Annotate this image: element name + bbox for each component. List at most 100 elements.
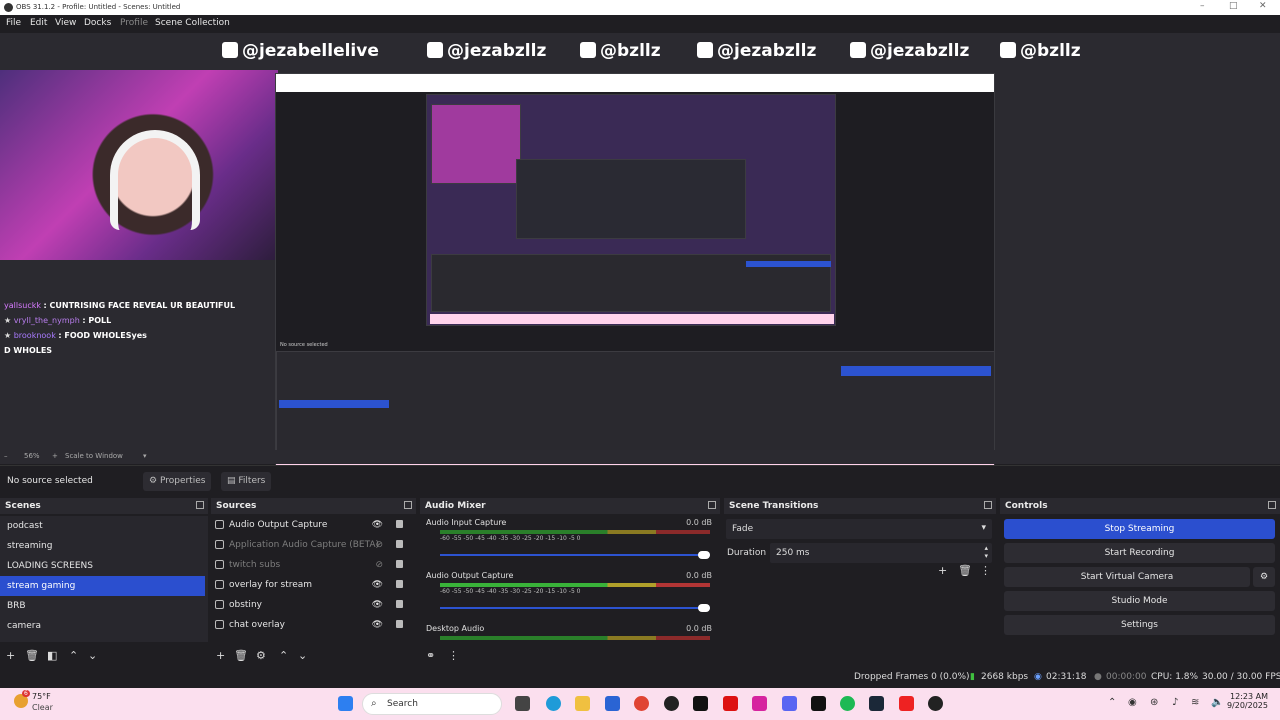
spotify-icon[interactable]	[840, 696, 855, 711]
discord-icon[interactable]	[782, 696, 797, 711]
scene-camera[interactable]: camera	[0, 616, 205, 636]
scene-loading-screens[interactable]: LOADING SCREENS	[0, 556, 205, 576]
close-icon[interactable]: ✕	[1259, 1, 1267, 11]
edge-icon[interactable]	[546, 696, 561, 711]
start-virtual-camera-button[interactable]: Start Virtual Camera	[1004, 567, 1250, 587]
tray-steam-icon[interactable]: ⊛	[1150, 697, 1158, 708]
transition-select[interactable]: Fade ▾	[726, 519, 992, 539]
virtual-camera-settings-button[interactable]: ⚙	[1253, 567, 1275, 587]
menu-scene-collection[interactable]: Scene Collection	[155, 18, 230, 28]
maximize-icon[interactable]: □	[1229, 1, 1238, 11]
preview-footer: – 56% + Scale to Window ▾	[0, 450, 1280, 464]
remove-source-icon[interactable]: 🗑	[234, 649, 248, 662]
mic-icon[interactable]: ♪	[1172, 697, 1178, 708]
steam-icon[interactable]	[869, 696, 884, 711]
tray-chevron-icon[interactable]: ⌃	[1108, 697, 1116, 708]
preview-canvas[interactable]: yallsuckk : CUNTRISING FACE REVEAL UR BE…	[0, 33, 1280, 478]
source-item[interactable]: Application Audio Capture (BETA) ⊘	[211, 536, 411, 556]
undock-icon[interactable]	[984, 501, 992, 509]
lock-icon[interactable]	[396, 520, 403, 528]
file-explorer-icon[interactable]	[575, 696, 590, 711]
remove-scene-icon[interactable]: 🗑	[25, 649, 39, 662]
gear-icon: ⚙	[1259, 572, 1269, 582]
properties-button[interactable]: ⚙ Properties	[143, 472, 212, 491]
menu-edit[interactable]: Edit	[30, 18, 47, 28]
undock-icon[interactable]	[196, 501, 204, 509]
undock-icon[interactable]	[1268, 501, 1276, 509]
scene-brb[interactable]: BRB	[0, 596, 205, 616]
chrome-icon[interactable]	[634, 696, 649, 711]
menu-docks[interactable]: Docks	[84, 18, 111, 28]
move-up-icon[interactable]: ⌃	[69, 649, 78, 662]
sources-title: Sources	[216, 501, 257, 511]
zoom-out-icon[interactable]: –	[4, 452, 8, 460]
chevron-down-icon[interactable]: ▾	[143, 452, 147, 460]
undock-icon[interactable]	[708, 501, 716, 509]
scene-stream-gaming[interactable]: stream gaming	[0, 576, 205, 596]
lock-icon[interactable]	[396, 620, 403, 628]
add-scene-icon[interactable]: +	[6, 649, 15, 662]
studio-mode-button[interactable]: Studio Mode	[1004, 591, 1275, 611]
twitter-handle: @jezabzllz	[850, 41, 969, 61]
capcut-icon[interactable]	[693, 696, 708, 711]
source-item[interactable]: twitch subs ⊘	[211, 556, 411, 576]
instagram-icon[interactable]	[752, 696, 767, 711]
lock-icon[interactable]	[396, 580, 403, 588]
source-item[interactable]: Audio Output Capture 👁	[211, 516, 411, 536]
remove-transition-icon[interactable]: 🗑	[958, 564, 972, 577]
clock[interactable]: 12:23 AM 9/20/2025	[1227, 692, 1268, 710]
add-source-icon[interactable]: +	[216, 649, 225, 662]
zoom-in-icon[interactable]: +	[52, 452, 58, 460]
link-icon[interactable]: ⚭	[426, 649, 435, 662]
move-up-icon[interactable]: ⌃	[279, 649, 288, 662]
filters-button[interactable]: ▤ Filters	[221, 472, 272, 491]
more-icon[interactable]: ⋮	[980, 564, 991, 577]
netflix-icon[interactable]	[723, 696, 738, 711]
task-view-icon[interactable]	[515, 696, 530, 711]
undock-icon[interactable]	[404, 501, 412, 509]
source-item[interactable]: chat overlay 👁	[211, 616, 411, 636]
obs-app-icon[interactable]	[928, 696, 943, 711]
lock-icon[interactable]	[396, 600, 403, 608]
settings-button[interactable]: Settings	[1004, 615, 1275, 635]
volume-slider[interactable]	[440, 551, 710, 559]
tray-obs-icon[interactable]: ◉	[1128, 697, 1137, 708]
wifi-icon[interactable]: ≋	[1191, 697, 1199, 708]
taskbar-search[interactable]: ⌕ Search	[362, 693, 502, 715]
eye-icon[interactable]: 👁	[372, 520, 383, 530]
gear-icon[interactable]: ⚙	[256, 649, 266, 662]
minimize-icon[interactable]: –	[1200, 1, 1205, 11]
tiktok-icon[interactable]	[811, 696, 826, 711]
lock-icon[interactable]	[396, 560, 403, 568]
roblox-icon[interactable]	[899, 696, 914, 711]
chat-line: yallsuckk : CUNTRISING FACE REVEAL UR BE…	[4, 301, 236, 310]
eye-icon[interactable]: 👁	[372, 620, 383, 630]
eye-off-icon[interactable]: ⊘	[375, 560, 383, 570]
eye-icon[interactable]: 👁	[372, 600, 383, 610]
camera-icon	[215, 600, 224, 609]
menu-view[interactable]: View	[55, 18, 76, 28]
eye-off-icon[interactable]: ⊘	[375, 540, 383, 550]
volume-slider[interactable]	[440, 604, 710, 612]
add-transition-icon[interactable]: +	[938, 564, 947, 577]
obs-icon[interactable]	[664, 696, 679, 711]
scene-podcast[interactable]: podcast	[0, 516, 205, 536]
menu-profile[interactable]: Profile	[120, 18, 148, 28]
scene-streaming[interactable]: streaming	[0, 536, 205, 556]
windows-icon[interactable]	[338, 696, 353, 711]
duration-spinbox[interactable]: 250 ms ▴ ▾	[770, 543, 992, 563]
stop-streaming-button[interactable]: Stop Streaming	[1004, 519, 1275, 539]
source-item[interactable]: overlay for stream 👁	[211, 576, 411, 596]
move-down-icon[interactable]: ⌄	[88, 649, 97, 662]
lock-icon[interactable]	[396, 540, 403, 548]
scale-select[interactable]: Scale to Window	[65, 452, 123, 460]
eye-icon[interactable]: 👁	[372, 580, 383, 590]
source-item[interactable]: obstiny 👁	[211, 596, 411, 616]
volume-icon[interactable]: 🔈	[1211, 697, 1223, 708]
filters-icon[interactable]: ◧	[47, 649, 57, 662]
mail-icon[interactable]	[605, 696, 620, 711]
menu-file[interactable]: File	[6, 18, 21, 28]
more-icon[interactable]: ⋮	[448, 649, 459, 662]
move-down-icon[interactable]: ⌄	[298, 649, 307, 662]
start-recording-button[interactable]: Start Recording	[1004, 543, 1275, 563]
